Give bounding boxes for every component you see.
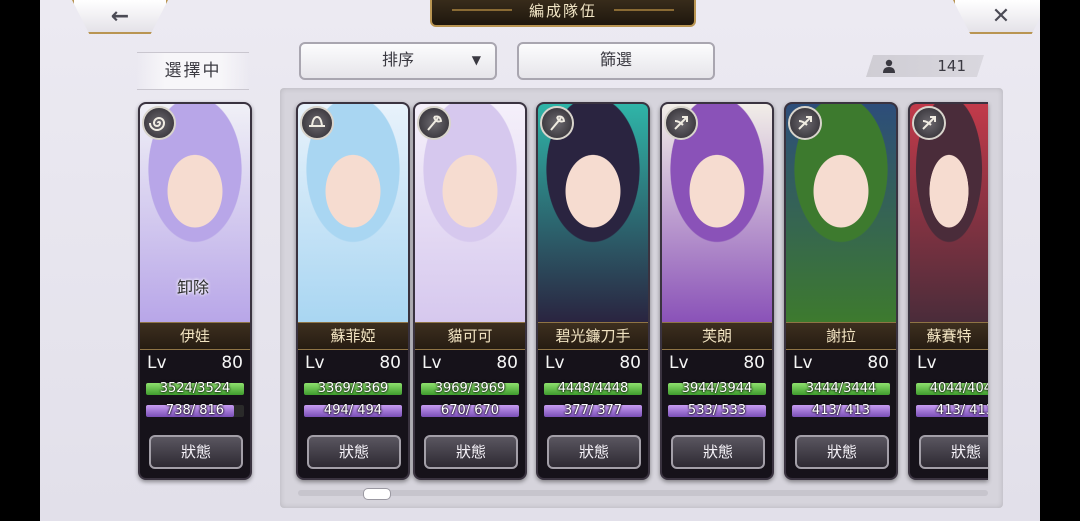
unit-count-box: 141 <box>866 55 984 77</box>
system-bar <box>1040 0 1080 521</box>
spiral-class-icon <box>142 106 176 140</box>
unit-name: 碧光鐮刀手 <box>538 322 648 350</box>
level-row: Lv 80 <box>669 353 765 375</box>
status-button[interactable]: 狀態 <box>919 435 988 469</box>
mp-bar: 377/ 377 <box>544 403 642 418</box>
mp-bar: 413/ 413 <box>792 403 890 418</box>
selected-unit-card[interactable]: 卸除伊娃 Lv 80 3524/3524 738/ 816 狀態 <box>138 102 252 480</box>
filter-label: 篩選 <box>599 50 632 69</box>
close-button[interactable]: ✕ <box>953 0 1040 34</box>
hp-bar: 3969/3969 <box>421 381 519 396</box>
unit-name: 貓可可 <box>415 322 525 350</box>
unit-card[interactable]: 蘇賽特 Lv80 4044/4044 413/ 413 狀態 <box>908 102 988 480</box>
unit-card[interactable]: 謝拉 Lv 80 3444/3444 413/ 413 狀態 <box>784 102 898 480</box>
arrow-left-icon: ← <box>110 3 130 29</box>
hp-bar: 4448/4448 <box>544 381 642 396</box>
level-value: 80 <box>743 353 765 373</box>
page-title-plate: 編成隊伍 <box>430 0 696 27</box>
title-ornament-left <box>452 9 512 11</box>
mp-bar: 738/ 816 <box>146 403 244 418</box>
mp-value: 413/ 413 <box>811 403 871 418</box>
hp-bar: 3444/3444 <box>792 381 890 396</box>
level-row: Lv 80 <box>545 353 641 375</box>
unit-card[interactable]: 蘇菲婭 Lv 80 3369/3369 494/ 494 狀態 <box>296 102 410 480</box>
hp-value: 4044/4044 <box>929 381 988 396</box>
level-label: Lv <box>669 353 689 373</box>
scrollbar-track[interactable] <box>298 490 988 496</box>
sort-label: 排序 <box>381 50 414 69</box>
unit-name: 謝拉 <box>786 322 896 350</box>
hp-value: 3944/3944 <box>681 381 753 396</box>
level-value: 80 <box>221 353 243 373</box>
person-icon <box>883 59 895 73</box>
level-row: Lv 80 <box>147 353 243 375</box>
unit-name: 芙朗 <box>662 322 772 350</box>
hp-bar: 3369/3369 <box>304 381 402 396</box>
level-label: Lv <box>917 353 937 373</box>
level-label: Lv <box>422 353 442 373</box>
level-row: Lv80 <box>917 353 988 375</box>
mp-value: 738/ 816 <box>165 403 225 418</box>
status-button[interactable]: 狀態 <box>547 435 641 469</box>
mp-value: 533/ 533 <box>687 403 747 418</box>
bow-class-icon <box>664 106 698 140</box>
hp-bar: 4044/4044 <box>916 381 988 396</box>
chevron-down-icon: ▼ <box>471 53 481 67</box>
level-label: Lv <box>147 353 167 373</box>
hp-value: 3369/3369 <box>317 381 389 396</box>
unit-name: 蘇菲婭 <box>298 322 408 350</box>
level-value: 80 <box>867 353 889 373</box>
axe-class-icon <box>540 106 574 140</box>
level-value: 80 <box>379 353 401 373</box>
mp-bar: 413/ 413 <box>916 403 988 418</box>
status-button[interactable]: 狀態 <box>795 435 889 469</box>
mp-bar: 533/ 533 <box>668 403 766 418</box>
level-label: Lv <box>545 353 565 373</box>
bow-class-icon <box>912 106 946 140</box>
back-button[interactable]: ← <box>72 0 168 34</box>
mp-value: 494/ 494 <box>323 403 383 418</box>
unit-card[interactable]: 碧光鐮刀手 Lv 80 4448/4448 377/ 377 狀態 <box>536 102 650 480</box>
mp-bar: 494/ 494 <box>304 403 402 418</box>
close-icon: ✕ <box>991 3 1011 29</box>
status-button[interactable]: 狀態 <box>307 435 401 469</box>
hp-value: 4448/4448 <box>557 381 629 396</box>
status-button[interactable]: 狀態 <box>671 435 765 469</box>
scrollbar-thumb[interactable] <box>363 488 392 500</box>
remove-label[interactable]: 卸除 <box>177 274 209 298</box>
unit-name: 蘇賽特 <box>910 322 988 350</box>
sort-button[interactable]: 排序 ▼ <box>299 42 497 80</box>
level-value: 80 <box>496 353 518 373</box>
filter-button[interactable]: 篩選 <box>517 42 715 80</box>
level-label: Lv <box>305 353 325 373</box>
unit-card[interactable]: 芙朗 Lv 80 3944/3944 533/ 533 狀態 <box>660 102 774 480</box>
level-row: Lv 80 <box>305 353 401 375</box>
bow-class-icon <box>788 106 822 140</box>
hp-value: 3969/3969 <box>434 381 506 396</box>
hp-bar: 3944/3944 <box>668 381 766 396</box>
hat-class-icon <box>300 106 334 140</box>
selecting-label: 選擇中 <box>137 52 249 90</box>
status-button[interactable]: 狀態 <box>424 435 518 469</box>
axe-class-icon <box>417 106 451 140</box>
unit-card[interactable]: 貓可可 Lv 80 3969/3969 670/ 670 狀態 <box>413 102 527 480</box>
mp-value: 413/ 413 <box>935 403 988 418</box>
level-value: 80 <box>619 353 641 373</box>
unit-name: 伊娃 <box>140 322 250 350</box>
mp-value: 670/ 670 <box>440 403 500 418</box>
status-button[interactable]: 狀態 <box>149 435 243 469</box>
level-row: Lv 80 <box>422 353 518 375</box>
title-ornament-right <box>614 9 674 11</box>
level-row: Lv 80 <box>793 353 889 375</box>
level-label: Lv <box>793 353 813 373</box>
game-screen: ← 編成隊伍 ✕ 選擇中 排序 ▼ 篩選 141 卸除伊娃 Lv 80 3524/35… <box>40 0 1040 521</box>
mp-bar: 670/ 670 <box>421 403 519 418</box>
unit-count: 141 <box>937 57 966 75</box>
hp-value: 3524/3524 <box>159 381 231 396</box>
hp-value: 3444/3444 <box>805 381 877 396</box>
mp-value: 377/ 377 <box>563 403 623 418</box>
hp-bar: 3524/3524 <box>146 381 244 396</box>
page-title: 編成隊伍 <box>528 2 597 20</box>
